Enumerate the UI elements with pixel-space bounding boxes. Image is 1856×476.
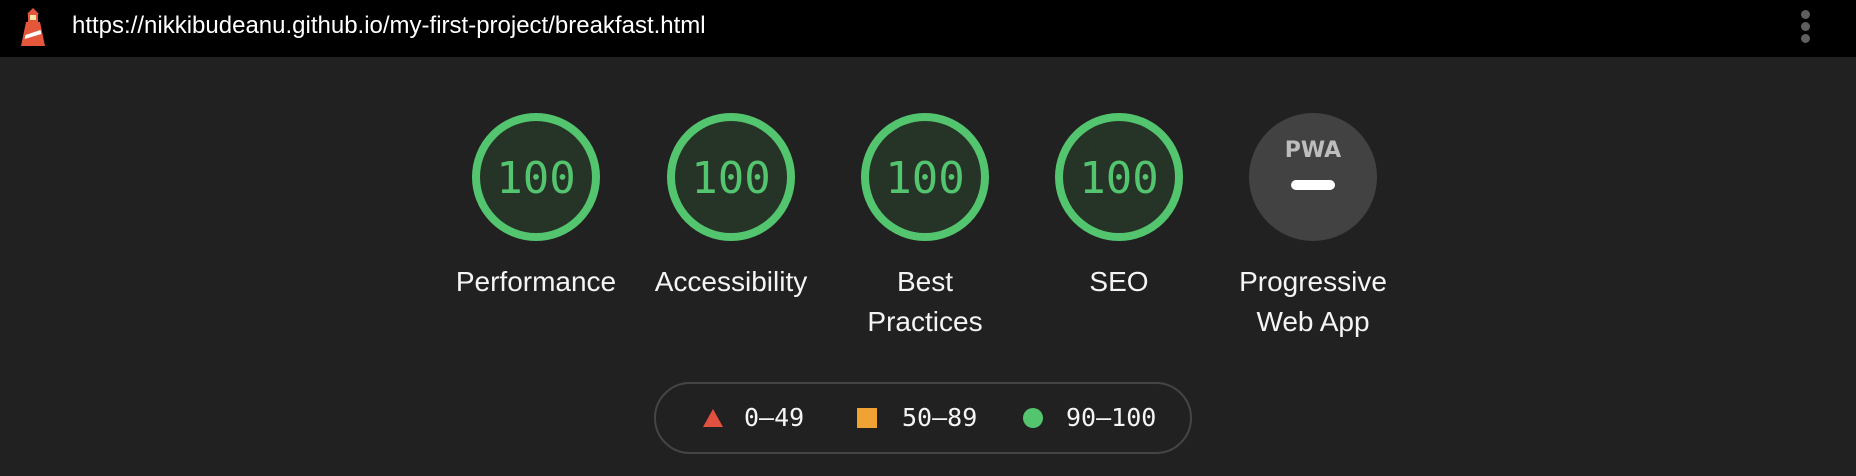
score-value: 100 [885, 153, 964, 204]
report-url: https://nikkibudeanu.github.io/my-first-… [72, 12, 706, 39]
gauge-label: Best Practices [825, 262, 1025, 342]
circle-icon [1023, 408, 1043, 428]
gauge-accessibility[interactable]: 100 Accessibility [631, 112, 831, 302]
gauge-pwa[interactable]: PWA Progressive Web App [1213, 112, 1413, 342]
score-value: 100 [1079, 153, 1158, 204]
gauge-performance[interactable]: 100 Performance [436, 112, 636, 302]
score-ring: 100 [667, 113, 795, 241]
pwa-logo-text: PWA [1285, 138, 1341, 163]
gauge-label-line1: Progressive [1239, 266, 1387, 297]
top-bar: https://nikkibudeanu.github.io/my-first-… [0, 0, 1856, 57]
gauge-label-line2: Practices [867, 306, 983, 337]
gauge-label: Progressive Web App [1213, 262, 1413, 342]
legend-range: 0–49 [744, 403, 805, 432]
legend-range: 90–100 [1066, 403, 1157, 432]
gauge-seo[interactable]: 100 SEO [1019, 112, 1219, 302]
legend-range: 50–89 [902, 403, 978, 432]
more-vert-icon[interactable] [1792, 6, 1820, 46]
score-scale-legend: 0–49 50–89 90–100 [654, 382, 1192, 454]
lighthouse-icon [21, 8, 45, 46]
score-ring: 100 [1055, 113, 1183, 241]
score-value: 100 [691, 153, 770, 204]
triangle-icon [703, 409, 723, 427]
gauge-label-line2: Web App [1256, 306, 1370, 337]
pwa-badge: PWA [1249, 113, 1377, 241]
score-value: 100 [496, 153, 575, 204]
gauge-label: SEO [1089, 266, 1149, 297]
gauge-label: Accessibility [654, 266, 808, 297]
gauge-label-line1: Best [896, 266, 954, 297]
gauge-label: Performance [455, 266, 617, 297]
score-ring: 100 [861, 113, 989, 241]
score-ring: 100 [472, 113, 600, 241]
not-applicable-dash-icon [1291, 180, 1335, 190]
square-icon [857, 408, 877, 428]
gauge-best-practices[interactable]: 100 Best Practices [825, 112, 1025, 342]
